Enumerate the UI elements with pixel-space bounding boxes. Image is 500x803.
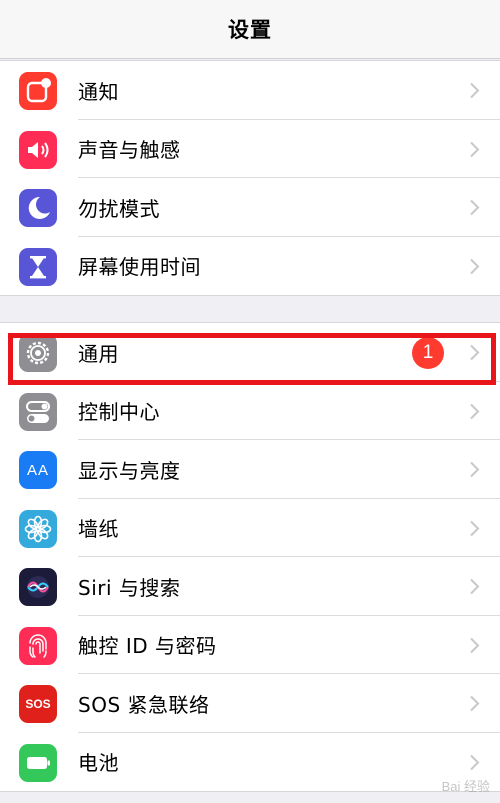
chevron-right-icon: [470, 520, 480, 536]
settings-row-label: 控制中心: [78, 400, 160, 425]
settings-row-battery[interactable]: 电池: [0, 733, 500, 792]
settings-row-label: 触控 ID 与密码: [78, 634, 217, 659]
settings-row-general[interactable]: 通用 1: [0, 323, 500, 382]
battery-icon: [19, 743, 57, 782]
page-title: 设置: [228, 18, 272, 42]
notifications-icon: [19, 72, 57, 110]
settings-row-siri[interactable]: Siri 与搜索: [0, 557, 500, 616]
settings-row-label: 显示与亮度: [78, 458, 181, 483]
settings-row-touch-id[interactable]: 触控 ID 与密码: [0, 616, 500, 675]
chevron-right-icon: [470, 258, 480, 274]
settings-row-label: 勿扰模式: [78, 196, 160, 221]
chevron-right-icon: [470, 461, 480, 478]
chevron-right-icon: [470, 141, 480, 157]
chevron-right-icon: [470, 754, 480, 770]
settings-row-label: 通用: [78, 341, 119, 366]
settings-row-notifications[interactable]: 通知: [0, 61, 500, 120]
settings-row-control-center[interactable]: 控制中心: [0, 382, 500, 441]
navigation-bar: 设置: [0, 0, 500, 59]
chevron-right-icon: [470, 578, 480, 595]
chevron-right-icon: [470, 695, 480, 712]
chevron-right-icon: [470, 82, 480, 99]
settings-row-label: 屏幕使用时间: [78, 255, 201, 280]
settings-row-label: 通知: [78, 79, 119, 104]
sound-icon: [19, 130, 57, 169]
settings-row-display[interactable]: AA 显示与亮度: [0, 440, 500, 499]
settings-row-wallpaper[interactable]: 墙纸: [0, 499, 500, 558]
update-badge: 1: [412, 337, 444, 369]
settings-row-label: 声音与触感: [78, 138, 181, 163]
flower-icon: [19, 509, 57, 548]
settings-row-label: Siri 与搜索: [78, 575, 181, 600]
settings-row-label: SOS 紧急联络: [78, 692, 210, 717]
settings-group-1: 通知 声音与触感 勿扰模式 屏幕使用时间: [0, 60, 500, 296]
toggles-icon: [19, 392, 57, 431]
settings-row-emergency-sos[interactable]: SOS SOS 紧急联络: [0, 674, 500, 733]
chevron-right-icon: [470, 403, 480, 419]
settings-row-do-not-disturb[interactable]: 勿扰模式: [0, 178, 500, 237]
settings-row-label: 电池: [78, 751, 119, 776]
chevron-right-icon: [470, 637, 480, 653]
sos-icon: SOS: [19, 685, 57, 723]
fingerprint-icon: [19, 626, 57, 665]
settings-group-2: 通用 1 控制中心 AA 显示与亮度 墙纸 Siri 与搜索 触控 ID 与密码…: [0, 322, 500, 792]
chevron-right-icon: [470, 199, 480, 216]
gear-icon: [19, 334, 57, 372]
settings-row-sounds[interactable]: 声音与触感: [0, 120, 500, 179]
siri-icon: [19, 568, 57, 606]
settings-row-screen-time[interactable]: 屏幕使用时间: [0, 237, 500, 296]
watermark: Bai 经验: [441, 779, 490, 794]
moon-icon: [19, 189, 57, 227]
hourglass-icon: [19, 247, 57, 286]
chevron-right-icon: [470, 344, 480, 361]
settings-row-label: 墙纸: [78, 517, 119, 542]
text-size-icon: AA: [19, 451, 57, 489]
